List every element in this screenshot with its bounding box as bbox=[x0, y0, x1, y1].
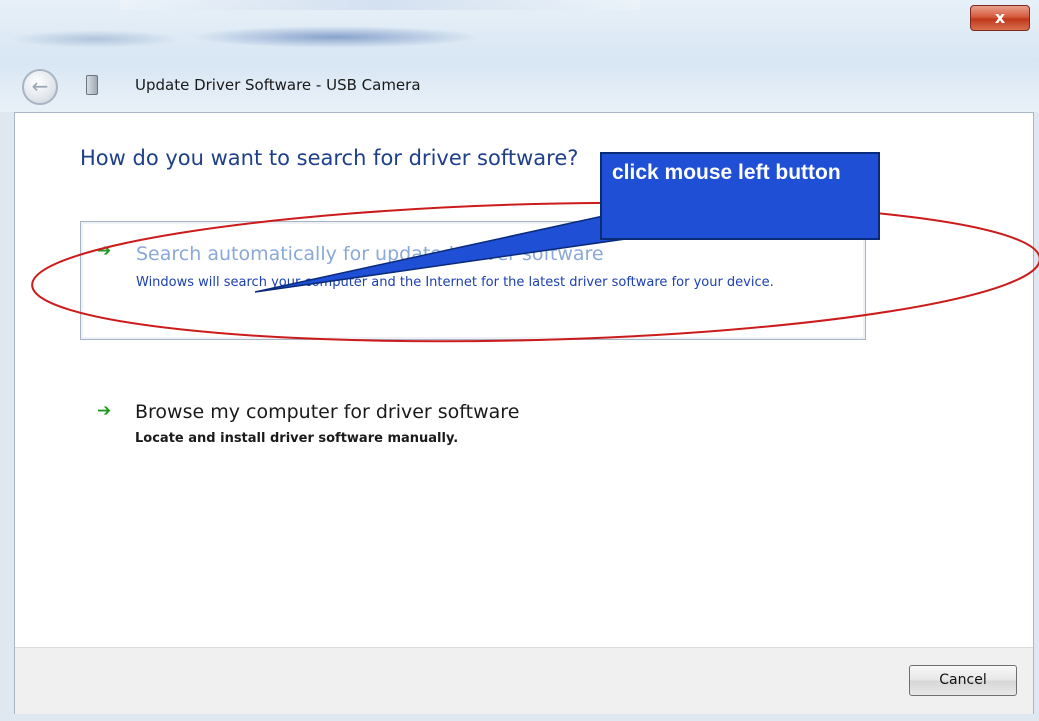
green-arrow-icon: ➔ bbox=[97, 241, 112, 261]
page-heading: How do you want to search for driver sof… bbox=[80, 146, 579, 170]
titlebar-blur bbox=[120, 0, 640, 10]
dialog-footer bbox=[15, 647, 1033, 714]
titlebar-blur bbox=[10, 30, 180, 48]
window-title: Update Driver Software - USB Camera bbox=[135, 76, 421, 94]
back-button[interactable]: ← bbox=[22, 69, 58, 105]
green-arrow-icon: ➔ bbox=[97, 401, 112, 421]
option-search-automatically-title[interactable]: Search automatically for updated driver … bbox=[136, 243, 604, 265]
window-titlebar: x ← Update Driver Software - USB Camera bbox=[0, 0, 1039, 112]
back-arrow-icon: ← bbox=[31, 74, 49, 98]
option-search-automatically-description: Windows will search your computer and th… bbox=[136, 275, 774, 290]
close-button[interactable]: x bbox=[970, 5, 1030, 31]
cancel-button[interactable]: Cancel bbox=[909, 665, 1017, 696]
annotation-callout: click mouse left button bbox=[600, 152, 880, 240]
usb-device-icon bbox=[86, 75, 98, 95]
titlebar-blur bbox=[190, 26, 480, 48]
option-browse-computer-description: Locate and install driver software manua… bbox=[135, 431, 459, 446]
option-browse-computer-title[interactable]: Browse my computer for driver software bbox=[135, 401, 519, 423]
